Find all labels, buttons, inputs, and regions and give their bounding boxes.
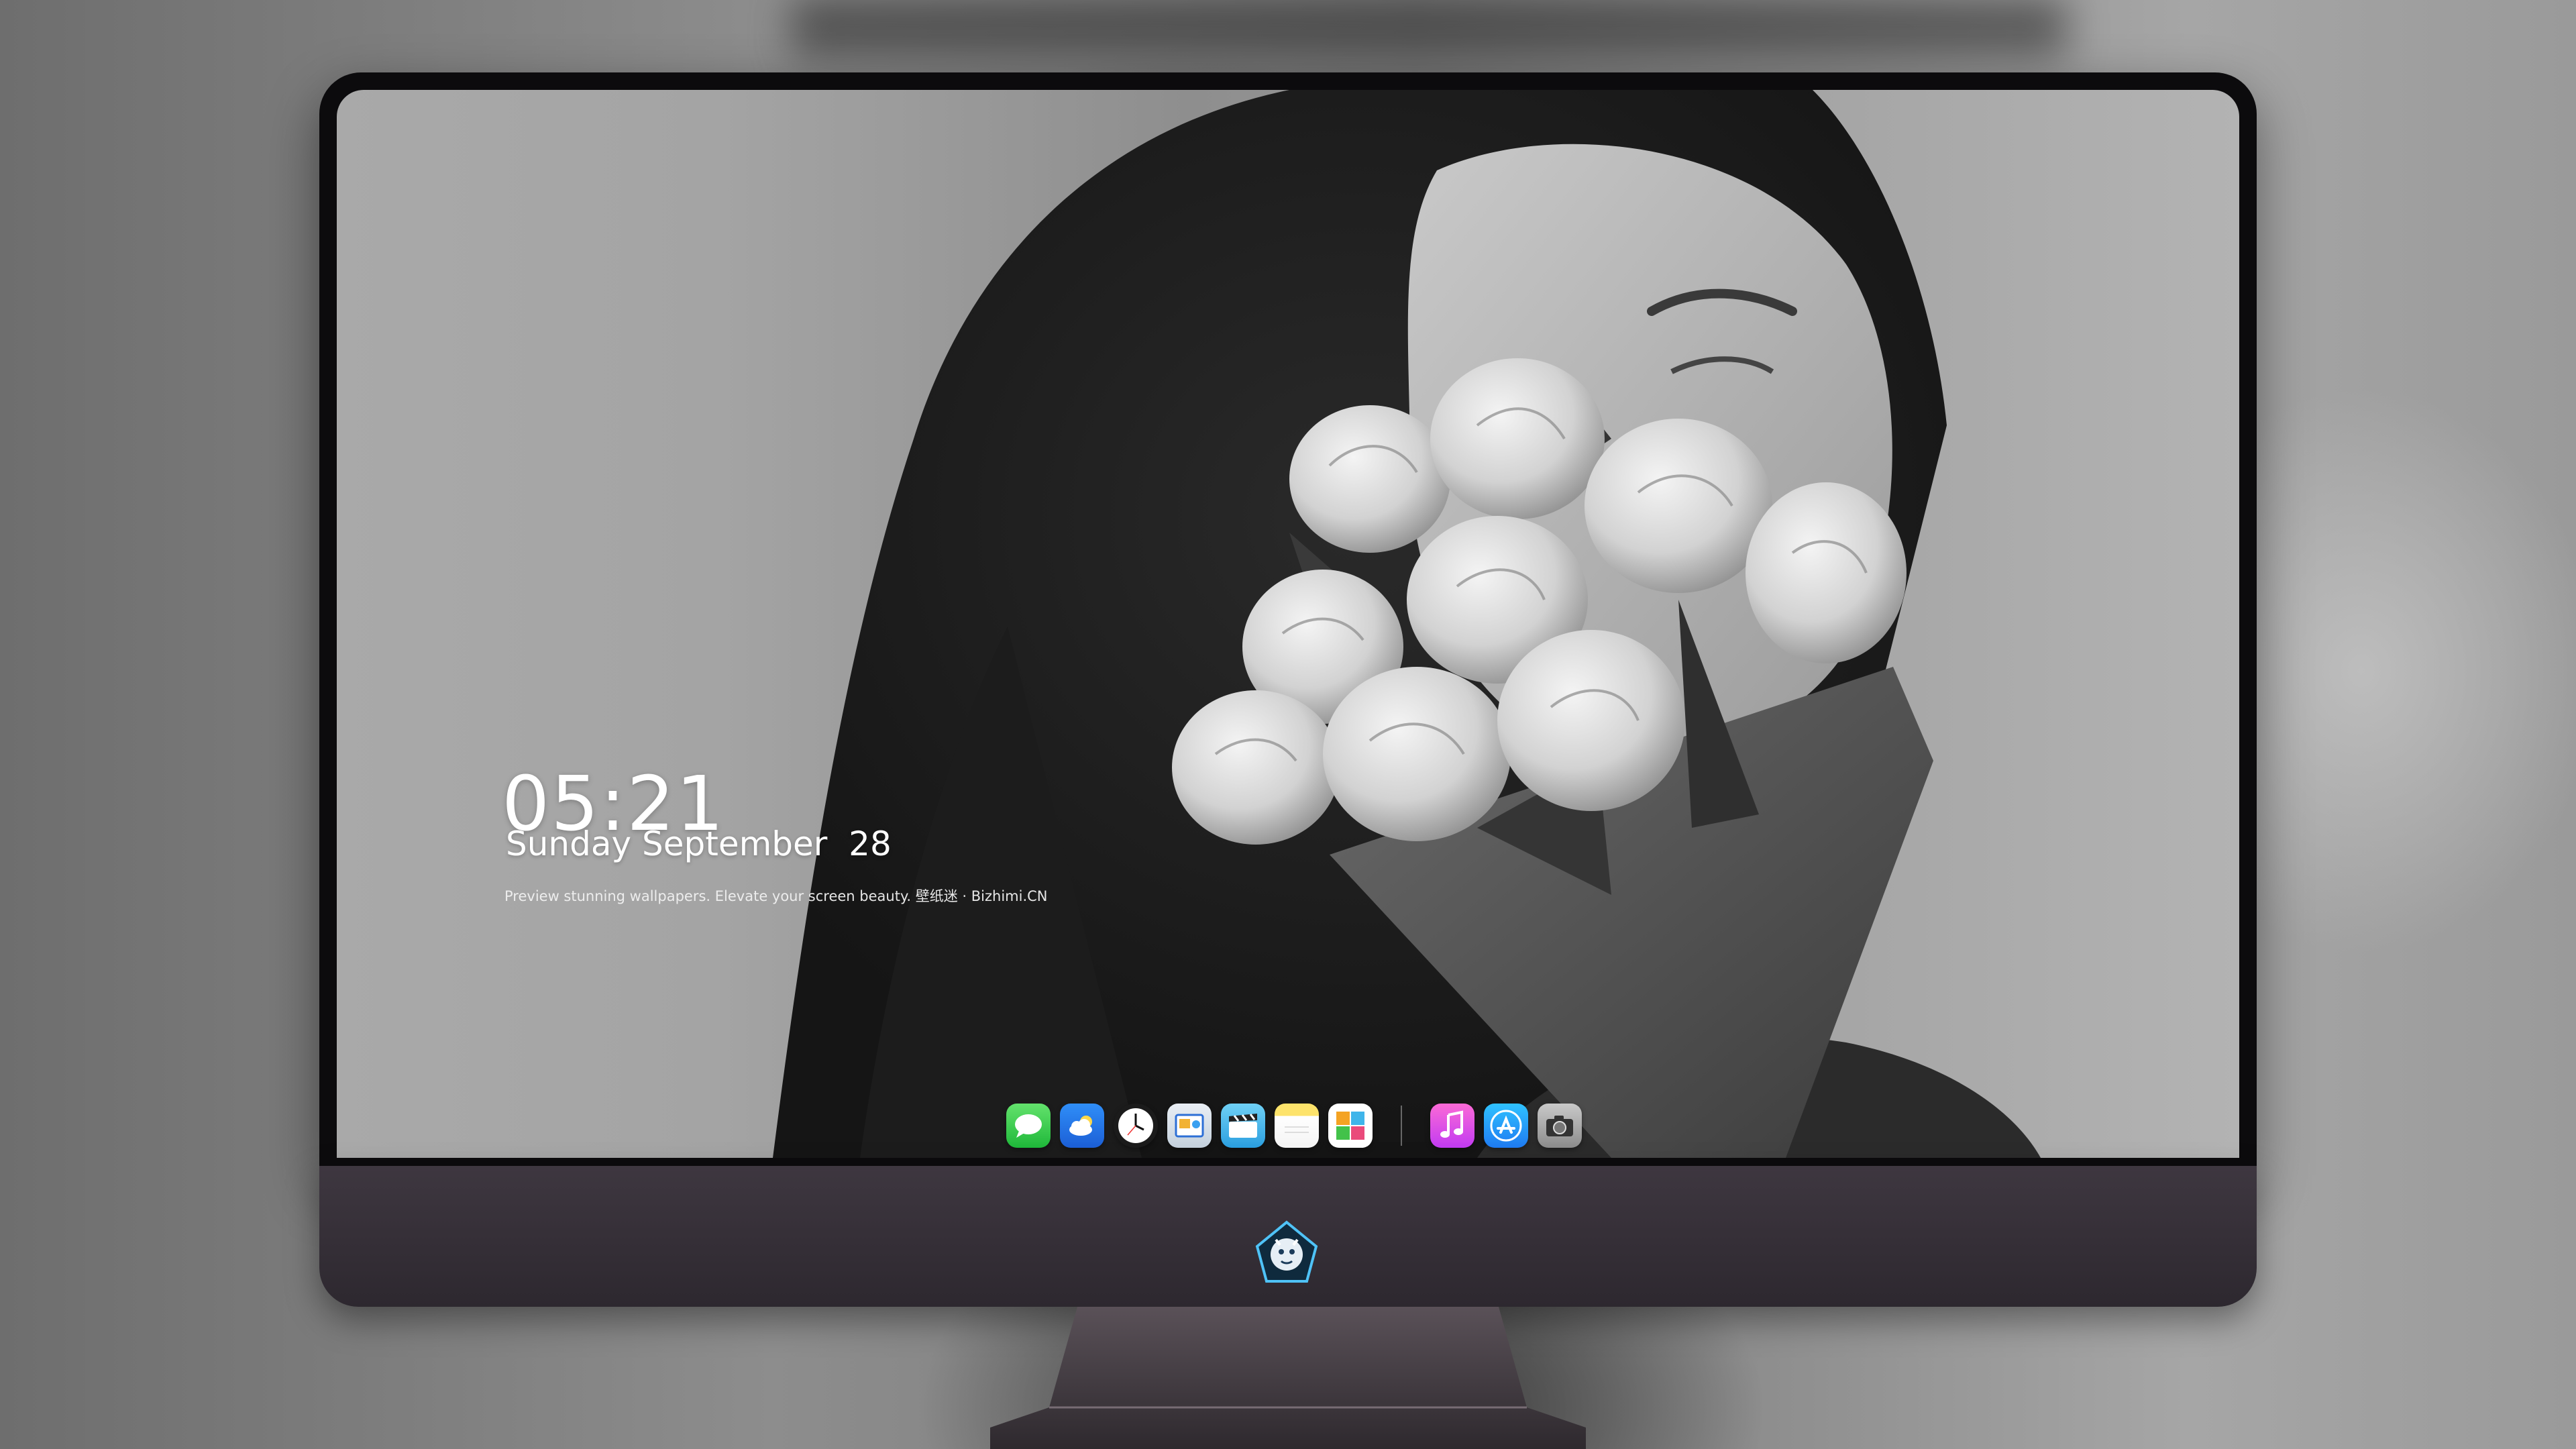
camera-icon[interactable] xyxy=(1538,1104,1582,1148)
dock xyxy=(994,1096,1594,1155)
app-store-icon[interactable] xyxy=(1484,1104,1528,1148)
monitor-bezel: 05:21 Sunday September 28 Preview stunni… xyxy=(319,72,2257,1173)
preview-icon[interactable] xyxy=(1167,1104,1212,1148)
monitor: 05:21 Sunday September 28 Preview stunni… xyxy=(319,72,2257,1307)
monitor-chin xyxy=(319,1166,2257,1307)
screen: 05:21 Sunday September 28 Preview stunni… xyxy=(337,90,2239,1158)
blurred-background: 05:21 Sunday September 28 Preview stunni… xyxy=(0,0,2576,1449)
lock-screen-date: Sunday September 28 xyxy=(506,824,892,863)
weather-icon[interactable] xyxy=(1060,1104,1104,1148)
music-icon[interactable] xyxy=(1430,1104,1474,1148)
dock-separator xyxy=(1401,1106,1402,1146)
background-blur-shape xyxy=(792,0,2066,60)
clock-icon[interactable] xyxy=(1114,1104,1158,1148)
video-icon[interactable] xyxy=(1221,1104,1265,1148)
lock-screen-tagline: Preview stunning wallpapers. Elevate you… xyxy=(504,888,1048,904)
wallpaper-image xyxy=(773,90,2041,1158)
photos-icon[interactable] xyxy=(1328,1104,1373,1148)
dragon-mascot-logo xyxy=(1255,1220,1318,1283)
messages-icon[interactable] xyxy=(1006,1104,1051,1148)
monitor-stand xyxy=(990,1307,1586,1449)
notes-icon[interactable] xyxy=(1275,1104,1319,1148)
